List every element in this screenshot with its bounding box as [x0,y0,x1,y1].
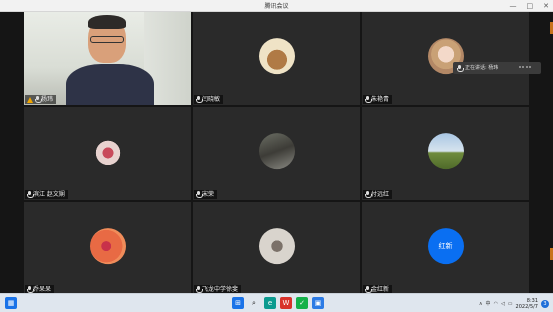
microphone-icon [35,96,42,103]
right-margin [529,12,553,293]
participant-name-tag: 付远红 [363,190,393,199]
weather-icon[interactable]: ▦ [5,297,17,309]
participant-name-tag: 滨江 赵文娴 [25,190,68,199]
avatar [427,132,464,169]
speaking-indicator: 正在讲话: 杨玮 [453,62,541,74]
microphone-icon [365,286,372,293]
participant-name-tag: 宋荣 [194,190,218,199]
left-margin [0,12,24,293]
taskbar: ▦ ⊞ ⌕ e W ✓ ▣ ∧ 中 ◠ ◁ ▭ 8:31 2022/5/7 3 [0,293,553,312]
avatar-initials: 红新 [438,241,453,250]
participant-name: 滨江 赵文娴 [33,191,65,198]
wifi-icon[interactable]: ◠ [494,301,498,307]
notification-badge[interactable]: 3 [541,299,549,308]
avatar [89,227,126,264]
participant-tile[interactable]: 飞龙中学徐斐 [193,202,360,295]
microphone-icon [196,286,203,293]
window-title: 腾讯会议 [264,3,289,10]
microphone-icon [196,96,203,103]
title-bar: 腾讯会议 — □ ✕ [0,0,553,12]
microphone-icon [27,191,34,198]
microphone-icon [196,191,203,198]
participant-tile[interactable]: 红新 金红新 [362,202,529,295]
participant-tile[interactable]: 闫晓敏 [193,12,360,105]
close-button[interactable]: ✕ [543,2,549,10]
start-icon[interactable]: ⊞ [232,297,244,309]
microphone-icon [365,191,372,198]
avatar [89,132,126,169]
input-method-icon[interactable]: 中 [486,300,491,307]
microphone-icon [27,286,34,293]
clock[interactable]: 8:31 2022/5/7 [516,298,538,310]
battery-icon[interactable]: ▭ [508,301,513,307]
participant-name: 宋荣 [202,191,215,198]
avatar [258,37,295,74]
maximize-button[interactable]: □ [527,2,534,10]
clock-date: 2022/5/7 [515,303,538,310]
avatar [258,227,295,264]
wps-icon[interactable]: W [280,297,292,309]
system-tray: ∧ 中 ◠ ◁ ▭ 8:31 2022/5/7 3 [479,296,549,311]
participant-tile[interactable]: 付远红 [362,107,529,200]
participant-tile[interactable]: 滨江 赵文娴 [24,107,191,200]
participant-video [24,12,191,105]
participant-tile[interactable]: 乔呆呆 [24,202,191,295]
participant-tile[interactable]: 杨玮 [24,12,191,105]
microphone-icon [365,96,372,103]
avatar [258,132,295,169]
participant-name: 闫晓敏 [202,96,221,103]
microphone-icon [457,65,464,72]
participant-name: 付远红 [371,191,390,198]
participant-grid: 杨玮 闫晓敏 朱艳青 滨江 赵文娴 宋荣 付远红 乔呆呆 飞龙中学徐斐 红新 金… [24,12,529,295]
participant-tile[interactable]: 宋荣 [193,107,360,200]
meeting-app-icon[interactable]: ▣ [312,297,324,309]
search-icon[interactable]: ⌕ [248,297,260,309]
edge-icon[interactable]: e [264,297,276,309]
wechat-icon[interactable]: ✓ [296,297,308,309]
participant-name-tag: 闫晓敏 [194,95,224,104]
volume-icon[interactable]: ◁ [501,301,505,307]
participant-name-tag: 杨玮 [25,95,57,104]
audio-level-icon [519,66,531,70]
meeting-window: 腾讯会议 — □ ✕ 杨玮 闫晓敏 朱艳青 滨江 赵文娴 宋荣 付远红 乔呆呆 … [0,0,553,295]
chevron-up-icon[interactable]: ∧ [479,301,483,307]
network-warning-icon [27,96,33,103]
participant-name: 朱艳青 [371,96,390,103]
speaking-label: 正在讲话: 杨玮 [465,65,499,71]
participant-name-tag: 朱艳青 [363,95,393,104]
avatar: 红新 [427,227,464,264]
participant-name: 杨玮 [41,96,54,103]
minimize-button[interactable]: — [510,2,517,10]
participant-tile[interactable]: 朱艳青 [362,12,529,105]
